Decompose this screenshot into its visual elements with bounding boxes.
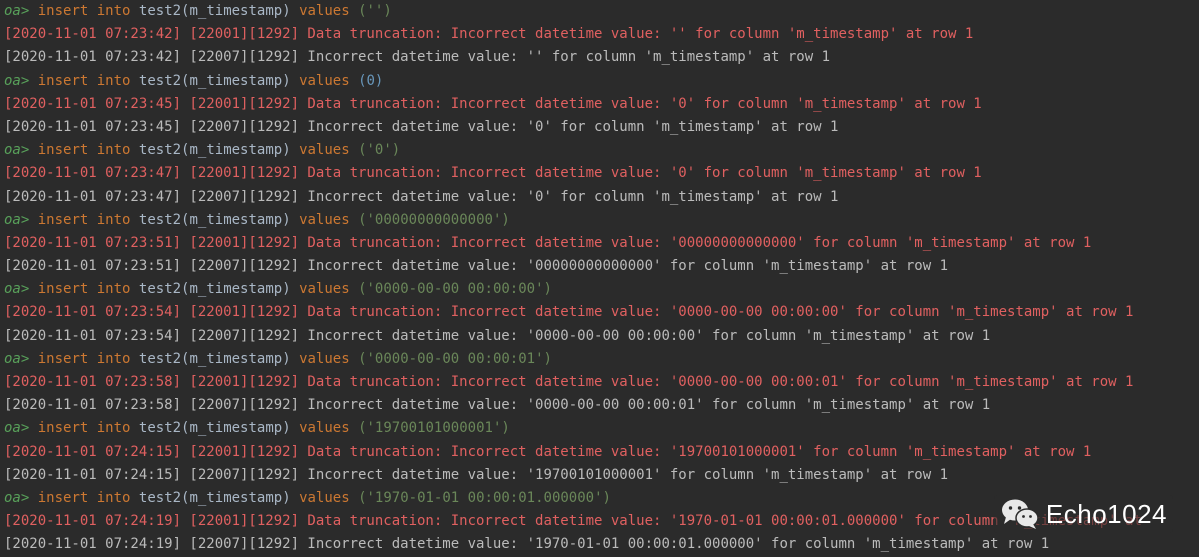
error-message: [2020-11-01 07:23:45] [22001][1292] Data…: [4, 95, 982, 112]
sql-keyword: insert: [37, 350, 89, 367]
info-line: [2020-11-01 07:23:47] [22007][1292] Inco…: [0, 186, 1199, 209]
sql-keyword: values: [299, 3, 350, 19]
sql-value: ('0000-00-00 00:00:00'): [358, 281, 552, 298]
sql-keyword: into: [96, 420, 131, 437]
sql-keyword: values: [299, 489, 350, 506]
sql-keyword: insert: [37, 281, 89, 298]
sql-table: test2(m_timestamp): [138, 350, 291, 367]
sql-table: test2(m_timestamp): [138, 281, 291, 298]
sql-table: test2(m_timestamp): [138, 142, 291, 159]
command-line: oa> insert into test2(m_timestamp) value…: [0, 417, 1199, 440]
error-message: [2020-11-01 07:23:42] [22001][1292] Data…: [4, 26, 974, 43]
info-line: [2020-11-01 07:23:54] [22007][1292] Inco…: [0, 325, 1199, 348]
wechat-icon: [1000, 497, 1040, 531]
error-line: [2020-11-01 07:23:54] [22001][1292] Data…: [0, 301, 1199, 324]
error-message: [2020-11-01 07:24:19] [22001][1292] Data…: [4, 513, 1142, 530]
watermark: Echo1024: [993, 495, 1173, 533]
info-message: [2020-11-01 07:23:51] [22007][1292] Inco…: [4, 258, 949, 275]
info-line: [2020-11-01 07:23:58] [22007][1292] Inco…: [0, 394, 1199, 417]
sql-value: (''): [358, 3, 392, 19]
command-line: oa> insert into test2(m_timestamp) value…: [0, 278, 1199, 301]
error-line: [2020-11-01 07:23:51] [22001][1292] Data…: [0, 232, 1199, 255]
info-message: [2020-11-01 07:23:42] [22007][1292] Inco…: [4, 49, 831, 66]
sql-keyword: insert: [37, 420, 89, 437]
sql-table: test2(m_timestamp): [138, 3, 291, 19]
console-prompt: oa>: [4, 72, 30, 89]
sql-table: test2(m_timestamp): [138, 420, 291, 437]
sql-table: test2(m_timestamp): [138, 72, 291, 89]
info-message: [2020-11-01 07:23:54] [22007][1292] Inco…: [4, 327, 991, 344]
sql-keyword: values: [299, 72, 350, 89]
info-line: [2020-11-01 07:24:19] [22007][1292] Inco…: [0, 533, 1199, 556]
error-line: [2020-11-01 07:23:42] [22001][1292] Data…: [0, 23, 1199, 46]
sql-keyword: insert: [37, 142, 89, 159]
sql-keyword: values: [299, 281, 350, 298]
info-message: [2020-11-01 07:23:58] [22007][1292] Inco…: [4, 397, 991, 414]
sql-keyword: into: [96, 142, 131, 159]
command-line: oa> insert into test2(m_timestamp) value…: [0, 348, 1199, 371]
sql-value: (0): [358, 72, 384, 89]
sql-value: ('0'): [358, 142, 401, 159]
console-prompt: oa>: [4, 211, 30, 228]
console-prompt: oa>: [4, 489, 30, 506]
info-message: [2020-11-01 07:23:45] [22007][1292] Inco…: [4, 118, 839, 135]
error-message: [2020-11-01 07:23:47] [22001][1292] Data…: [4, 165, 982, 182]
console-prompt: oa>: [4, 420, 30, 437]
watermark-text: Echo1024: [1045, 498, 1167, 529]
sql-keyword: insert: [37, 72, 89, 89]
sql-value: ('0000-00-00 00:00:01'): [358, 350, 552, 367]
info-message: [2020-11-01 07:24:19] [22007][1292] Inco…: [4, 536, 1050, 553]
error-message: [2020-11-01 07:23:54] [22001][1292] Data…: [4, 304, 1134, 321]
sql-value: ('00000000000000'): [358, 211, 510, 228]
sql-keyword: into: [96, 281, 131, 298]
sql-keyword: into: [96, 3, 131, 19]
sql-keyword: into: [96, 211, 131, 228]
info-line: [2020-11-01 07:23:51] [22007][1292] Inco…: [0, 255, 1199, 278]
sql-keyword: insert: [37, 211, 89, 228]
error-line: [2020-11-01 07:24:15] [22001][1292] Data…: [0, 441, 1199, 464]
console-prompt: oa>: [4, 281, 30, 298]
sql-value: ('1970-01-01 00:00:01.000000'): [358, 489, 611, 506]
sql-value: ('19700101000001'): [358, 420, 510, 437]
info-line: [2020-11-01 07:23:45] [22007][1292] Inco…: [0, 116, 1199, 139]
sql-table: test2(m_timestamp): [138, 489, 291, 506]
console-prompt: oa>: [4, 142, 30, 159]
command-line: oa> insert into test2(m_timestamp) value…: [0, 70, 1199, 93]
error-message: [2020-11-01 07:23:51] [22001][1292] Data…: [4, 234, 1092, 251]
sql-keyword: values: [299, 420, 350, 437]
sql-keyword: values: [299, 142, 350, 159]
sql-keyword: into: [96, 350, 131, 367]
error-line: [2020-11-01 07:23:47] [22001][1292] Data…: [0, 162, 1199, 185]
sql-keyword: values: [299, 350, 350, 367]
sql-keyword: insert: [37, 489, 89, 506]
sql-keyword: into: [96, 489, 131, 506]
command-line: oa> insert into test2(m_timestamp) value…: [0, 139, 1199, 162]
command-line: oa> insert into test2(m_timestamp) value…: [0, 0, 1199, 23]
error-message: [2020-11-01 07:23:58] [22001][1292] Data…: [4, 374, 1134, 390]
info-message: [2020-11-01 07:23:47] [22007][1292] Inco…: [4, 188, 839, 205]
info-line: [2020-11-01 07:23:42] [22007][1292] Inco…: [0, 46, 1199, 69]
console-prompt: oa>: [4, 350, 30, 367]
command-line: oa> insert into test2(m_timestamp) value…: [0, 209, 1199, 232]
sql-table: test2(m_timestamp): [138, 211, 291, 228]
console-output[interactable]: oa> insert into test2(m_timestamp) value…: [0, 0, 1199, 557]
info-message: [2020-11-01 07:24:15] [22007][1292] Inco…: [4, 466, 949, 483]
error-message: [2020-11-01 07:24:15] [22001][1292] Data…: [4, 443, 1092, 460]
sql-keyword: into: [96, 72, 131, 89]
error-line: [2020-11-01 07:23:58] [22001][1292] Data…: [0, 371, 1199, 394]
sql-keyword: values: [299, 211, 350, 228]
console-prompt: oa>: [4, 3, 30, 19]
sql-keyword: insert: [37, 3, 89, 19]
error-line: [2020-11-01 07:23:45] [22001][1292] Data…: [0, 93, 1199, 116]
info-line: [2020-11-01 07:24:15] [22007][1292] Inco…: [0, 464, 1199, 487]
